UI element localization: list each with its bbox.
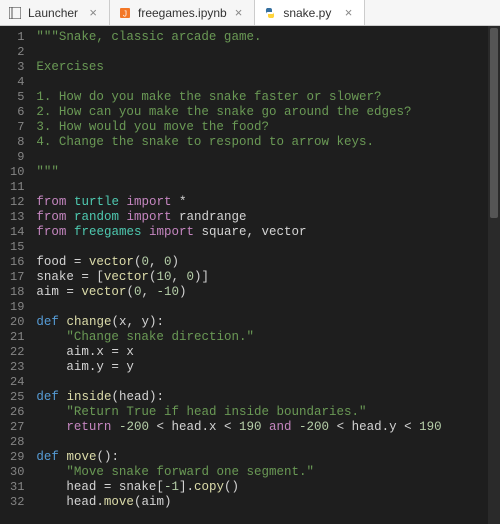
tab-label: Launcher [28, 6, 81, 20]
close-icon[interactable]: × [233, 6, 245, 19]
vertical-scrollbar[interactable] [488, 26, 500, 524]
tab-snake-py[interactable]: snake.py × [255, 0, 365, 25]
tab-label: freegames.ipynb [138, 6, 227, 20]
tab-freegames-ipynb[interactable]: J freegames.ipynb × [110, 0, 255, 25]
tab-bar: Launcher × J freegames.ipynb × snake.py … [0, 0, 500, 26]
line-number-gutter: 1234567891011121314151617181920212223242… [0, 26, 30, 524]
python-icon [263, 6, 277, 20]
tab-label: snake.py [283, 6, 336, 20]
close-icon[interactable]: × [87, 6, 99, 19]
notebook-icon: J [118, 6, 132, 20]
code-content[interactable]: """Snake, classic arcade game.Exercises1… [30, 26, 441, 524]
scrollbar-thumb[interactable] [490, 28, 498, 218]
launcher-icon [8, 6, 22, 20]
svg-text:J: J [123, 9, 127, 18]
code-editor[interactable]: 1234567891011121314151617181920212223242… [0, 26, 500, 524]
close-icon[interactable]: × [343, 6, 355, 19]
tab-launcher[interactable]: Launcher × [0, 0, 110, 25]
